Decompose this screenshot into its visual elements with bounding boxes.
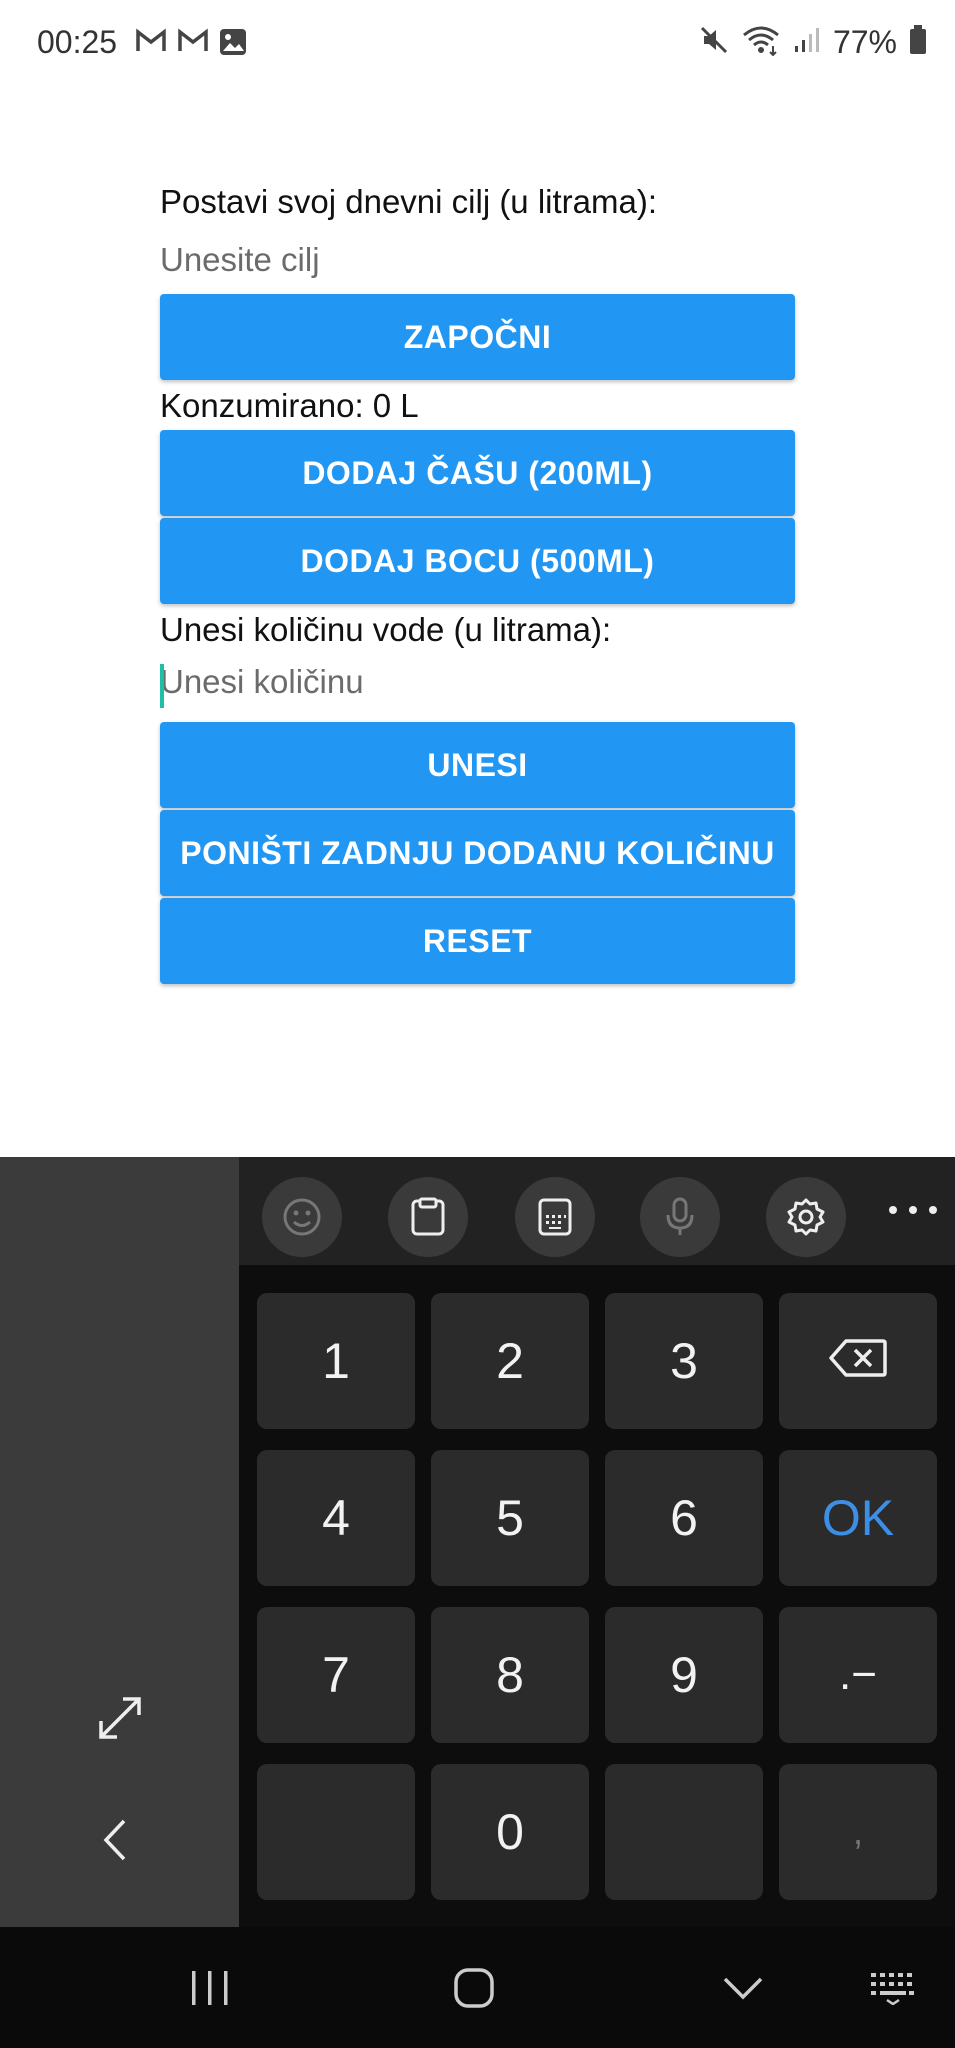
keyboard-side-panel bbox=[0, 1157, 239, 1927]
recent-apps-icon[interactable] bbox=[170, 1927, 250, 2048]
microphone-icon[interactable] bbox=[640, 1177, 720, 1257]
gmail-icon bbox=[177, 28, 209, 61]
key-3[interactable]: 3 bbox=[605, 1293, 763, 1429]
clipboard-icon[interactable] bbox=[388, 1177, 468, 1257]
ok-key[interactable]: OK bbox=[779, 1450, 937, 1586]
start-button[interactable]: ZAPOČNI bbox=[160, 294, 795, 380]
notification-icons bbox=[135, 28, 247, 61]
key-2[interactable]: 2 bbox=[431, 1293, 589, 1429]
amount-input[interactable]: Unesi količinu bbox=[160, 662, 795, 716]
mute-icon bbox=[699, 25, 729, 60]
back-icon[interactable] bbox=[703, 1927, 783, 2048]
submit-button[interactable]: UNESI bbox=[160, 722, 795, 808]
status-bar: 00:25 77% bbox=[0, 0, 955, 86]
amount-input-placeholder: Unesi količinu bbox=[160, 663, 364, 700]
battery-icon bbox=[909, 25, 927, 60]
reset-button[interactable]: RESET bbox=[160, 898, 795, 984]
backspace-key[interactable] bbox=[779, 1293, 937, 1429]
numeric-keyboard: 1 2 3 4 5 6 OK 7 8 9 .− 0 , bbox=[0, 1157, 955, 1927]
key-4[interactable]: 4 bbox=[257, 1450, 415, 1586]
wifi-icon bbox=[741, 24, 781, 61]
amount-label: Unesi količinu vode (u litrama): bbox=[160, 611, 612, 648]
system-status: 77% bbox=[699, 24, 927, 61]
gmail-icon bbox=[135, 28, 167, 61]
status-time: 00:25 bbox=[37, 24, 118, 60]
home-icon[interactable] bbox=[434, 1927, 514, 2048]
navigation-bar bbox=[0, 1927, 955, 2048]
key-1[interactable]: 1 bbox=[257, 1293, 415, 1429]
keyboard-switch-icon[interactable] bbox=[853, 1927, 933, 2048]
key-9[interactable]: 9 bbox=[605, 1607, 763, 1743]
key-5[interactable]: 5 bbox=[431, 1450, 589, 1586]
signal-icon bbox=[793, 26, 821, 59]
key-0[interactable]: 0 bbox=[431, 1764, 589, 1900]
settings-icon[interactable] bbox=[766, 1177, 846, 1257]
goal-input-placeholder: Unesite cilj bbox=[160, 241, 320, 278]
add-bottle-button[interactable]: DODAJ BOCU (500ML) bbox=[160, 518, 795, 604]
keyboard-collapse-left-icon[interactable] bbox=[100, 1817, 130, 1868]
goal-label: Postavi svoj dnevni cilj (u litrama): bbox=[160, 183, 657, 220]
consumed-text: Konzumirano: 0 L bbox=[160, 387, 419, 424]
emoji-icon[interactable] bbox=[262, 1177, 342, 1257]
image-icon bbox=[219, 28, 247, 61]
expand-keyboard-icon[interactable] bbox=[97, 1695, 143, 1746]
more-icon[interactable] bbox=[889, 1195, 937, 1225]
backspace-icon bbox=[828, 1293, 888, 1429]
key-7[interactable]: 7 bbox=[257, 1607, 415, 1743]
dot-minus-key[interactable]: .− bbox=[779, 1607, 937, 1743]
key-6[interactable]: 6 bbox=[605, 1450, 763, 1586]
water-tracker-form: Postavi svoj dnevni cilj (u litrama): Un… bbox=[160, 180, 795, 984]
undo-button[interactable]: PONIŠTI ZADNJU DODANU KOLIČINU bbox=[160, 810, 795, 896]
empty-key-right bbox=[605, 1764, 763, 1900]
comma-key[interactable]: , bbox=[779, 1764, 937, 1900]
text-cursor bbox=[160, 664, 164, 708]
keyboard-toolbar bbox=[239, 1157, 955, 1265]
key-8[interactable]: 8 bbox=[431, 1607, 589, 1743]
battery-percent: 77% bbox=[832, 24, 897, 60]
add-glass-button[interactable]: DODAJ ČAŠU (200ML) bbox=[160, 430, 795, 516]
keyboard-mode-icon[interactable] bbox=[515, 1177, 595, 1257]
empty-key-left bbox=[257, 1764, 415, 1900]
goal-input[interactable]: Unesite cilj bbox=[160, 240, 795, 294]
